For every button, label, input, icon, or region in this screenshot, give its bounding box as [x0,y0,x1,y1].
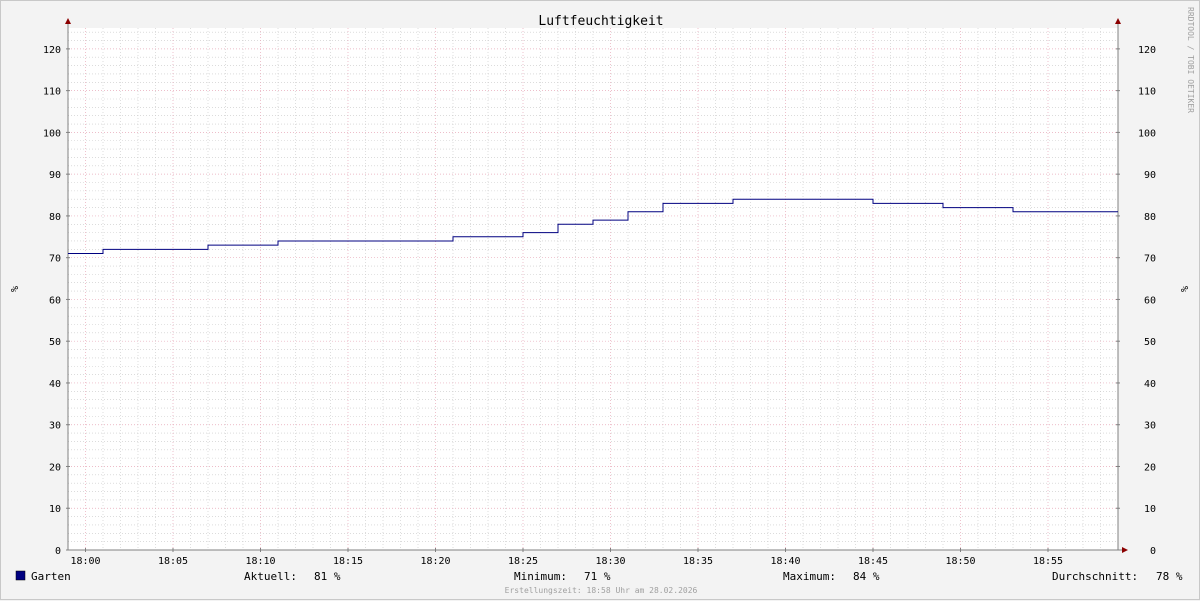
legend-current-label: Aktuell: [244,570,297,583]
legend-avg-value: 78 % [1156,570,1183,583]
y-tick-label-left: 50 [49,337,61,348]
y-axis-label-left: % [8,286,19,292]
y-tick-label-right: 30 [1144,421,1156,432]
y-tick-label-right: 80 [1144,212,1156,223]
legend-max-label: Maximum: [783,570,836,583]
y-tick-label-left: 90 [49,170,61,181]
y-tick-label-left: 0 [55,546,61,557]
x-tick-label: 18:30 [595,556,625,567]
y-tick-label-right: 60 [1144,295,1156,306]
y-tick-label-left: 100 [43,128,61,139]
x-tick-label: 18:25 [508,556,538,567]
x-tick-label: 18:55 [1033,556,1063,567]
x-tick-label: 18:00 [70,556,100,567]
chart-title: Luftfeuchtigkeit [538,14,663,29]
legend-swatch [15,570,26,581]
y-tick-label-left: 80 [49,212,61,223]
y-axis-right-arrow [1115,18,1121,24]
x-tick-label: 18:35 [683,556,713,567]
y-tick-label-right: 40 [1144,379,1156,390]
chart-frame: 0 10 20 30 40 50 60 70 80 90 100 110 120 0 10 20 30 40 50… [0,0,1200,600]
y-tick-label-right: 100 [1138,128,1156,139]
x-tick-label: 18:15 [333,556,363,567]
legend-series-name: Garten [31,570,71,583]
y-tick-label-right: 120 [1138,45,1156,56]
x-axis-arrow [1122,547,1128,553]
y-tick-labels-right: 0 10 20 30 40 50 60 70 80 90 100 110 120 [1138,45,1156,557]
watermark: RRDTOOL / TOBI OETIKER [1186,7,1195,113]
legend-min-value: 71 % [584,570,611,583]
y-tick-labels-left: 0 10 20 30 40 50 60 70 80 90 100 110 120 [43,45,61,557]
y-tick-label-right: 50 [1144,337,1156,348]
x-tick-label: 18:50 [945,556,975,567]
y-tick-label-left: 30 [49,421,61,432]
y-tick-label-right: 20 [1144,462,1156,473]
y-tick-label-right: 0 [1150,546,1156,557]
y-tick-label-left: 40 [49,379,61,390]
y-tick-label-left: 60 [49,295,61,306]
legend-max-value: 84 % [853,570,880,583]
legend-min-label: Minimum: [514,570,567,583]
x-tick-label: 18:10 [245,556,275,567]
y-tick-label-left: 20 [49,462,61,473]
x-tick-label: 18:05 [158,556,188,567]
x-tick-label: 18:40 [770,556,800,567]
x-tick-label: 18:20 [420,556,450,567]
y-tick-label-right: 70 [1144,254,1156,265]
y-tick-label-right: 110 [1138,87,1156,98]
y-tick-label-left: 70 [49,254,61,265]
y-tick-label-right: 90 [1144,170,1156,181]
y-tick-label-left: 110 [43,87,61,98]
legend-current-value: 81 % [314,570,341,583]
y-axis-left-arrow [65,18,71,24]
humidity-chart: 0 10 20 30 40 50 60 70 80 90 100 110 120 0 10 20 30 40 50… [8,7,1195,595]
x-tick-label: 18:45 [858,556,888,567]
legend-avg-label: Durchschnitt: [1052,570,1138,583]
y-tick-label-left: 120 [43,45,61,56]
y-tick-label-right: 10 [1144,504,1156,515]
y-tick-label-left: 10 [49,504,61,515]
x-tick-labels: 18:00 18:05 18:10 18:15 18:20 18:25 18:30 18:35… [70,556,1063,567]
y-axis-label-right: % [1178,286,1189,292]
creation-timestamp: Erstellungszeit: 18:58 Uhr am 28.02.2026 [505,586,698,595]
